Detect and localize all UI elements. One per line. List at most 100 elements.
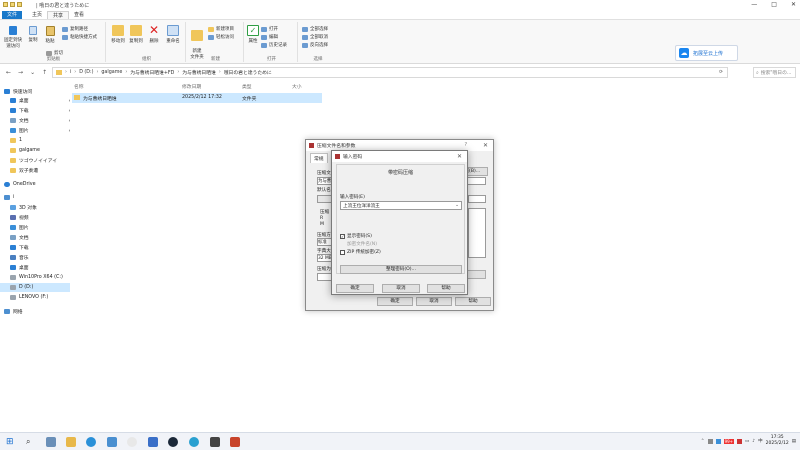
copy-to-button[interactable]: 复制到 [127, 25, 145, 44]
network-icon[interactable]: ▭ [745, 439, 749, 444]
nav-quick-access[interactable]: 快速访问 [4, 87, 70, 96]
new-folder-button[interactable]: 新建 文件夹 [189, 25, 205, 60]
options-list[interactable] [468, 208, 486, 258]
close-icon[interactable]: ✕ [483, 142, 488, 149]
nav-tsugou[interactable]: ツゴウノイイアイ [10, 156, 76, 165]
new-item-button[interactable]: 新建项目 [208, 26, 234, 32]
close-button[interactable]: ✕ [791, 1, 796, 8]
pin-quick-access-button[interactable]: 固定到快速访问 [3, 26, 23, 49]
task-view-icon[interactable] [46, 437, 56, 447]
ok-button[interactable]: 确定 [377, 297, 413, 306]
nav-documents[interactable]: 文档✱ [10, 116, 76, 125]
nav-documents-pc[interactable]: 文档 [10, 233, 76, 242]
password-field[interactable]: 上流王位洋洋流王 ⌄ [340, 201, 462, 210]
cancel-button[interactable]: 取消 [382, 284, 420, 293]
delete-button[interactable]: ✕ 删除 [147, 24, 161, 44]
search-input[interactable]: ⌕ 搜索"哦日の... [753, 67, 796, 78]
file-explorer-icon[interactable] [66, 437, 76, 447]
forward-arrow-icon[interactable]: → [18, 69, 23, 76]
windows-start-icon[interactable]: ⊞ [6, 437, 16, 447]
nav-3d-objects[interactable]: 3D 对象 [10, 203, 76, 212]
clock[interactable]: 17:35 2025/2/12 [766, 435, 789, 447]
nav-this-pc[interactable]: i [4, 193, 70, 202]
copy-button[interactable]: 复制 [26, 26, 40, 43]
copy-path-button[interactable]: 复制路径 [62, 26, 88, 32]
nav-folder-1[interactable]: 1 [10, 136, 76, 145]
tab-view[interactable]: 查看 [69, 11, 89, 19]
nav-drive-d[interactable]: D (D:) [0, 283, 78, 292]
breadcrumb-current[interactable]: 哦日の君と達うために [224, 69, 272, 76]
nav-pictures[interactable]: 图片✱ [10, 126, 76, 135]
address-bar[interactable]: › i › D (D:) › galgame › 为与曹绣日晒谁+FD › 为与… [52, 67, 728, 78]
easy-access-button[interactable]: 轻松访问 [208, 34, 234, 40]
breadcrumb-galgame[interactable]: galgame [101, 70, 122, 75]
chevron-down-icon[interactable]: ⌄ [455, 203, 459, 208]
show-password-checkbox[interactable]: ✓ 显示密码(S) [340, 233, 372, 239]
app-icon[interactable] [127, 437, 137, 447]
cloud-upload-button[interactable]: ☁ 拓展至云上传 [675, 45, 738, 61]
refresh-icon[interactable]: ⟳ [719, 70, 723, 75]
paste-shortcut-button[interactable]: 粘贴快捷方式 [62, 34, 97, 40]
column-header-name[interactable]: 名称 [74, 83, 84, 90]
up-arrow-icon[interactable]: ↑ [42, 69, 47, 76]
help-icon[interactable]: ? [464, 143, 467, 148]
app-icon[interactable] [148, 437, 158, 447]
properties-icon[interactable] [10, 2, 15, 7]
nav-music[interactable]: 音乐 [10, 253, 76, 262]
open-button[interactable]: 打开 [261, 26, 278, 32]
organize-passwords-button[interactable]: 整理密码(O)... [340, 265, 462, 274]
nav-futago[interactable]: 双子奏遭 [10, 166, 76, 175]
help-button[interactable]: 帮助 [455, 297, 491, 306]
nav-galgame[interactable]: galgame [10, 146, 76, 155]
rename-button[interactable]: 重命名 [164, 25, 182, 44]
tab-file[interactable]: 文件 [2, 11, 23, 19]
format-rar5-radio[interactable]: M [320, 222, 324, 227]
encrypt-filenames-checkbox[interactable]: 加密文件名(N) [340, 241, 377, 247]
nav-desktop-pc[interactable]: 桌面 [10, 263, 76, 272]
tray-app-icon[interactable] [737, 438, 743, 444]
nav-downloads[interactable]: 下载✱ [10, 106, 76, 115]
app-icon[interactable] [189, 437, 199, 447]
column-header-type[interactable]: 类型 [242, 83, 252, 90]
help-button[interactable]: 帮助 [427, 284, 465, 293]
breadcrumb-fd[interactable]: 为与曹绣日晒谁+FD [130, 69, 174, 76]
tray-app-icon[interactable] [715, 438, 721, 444]
nav-network[interactable]: 网络 [4, 307, 70, 316]
chevron-down-icon[interactable]: ⌄ [30, 69, 35, 76]
new-folder-icon[interactable] [17, 2, 22, 7]
select-all-button[interactable]: 全部选择 [302, 26, 328, 32]
back-arrow-icon[interactable]: ← [6, 69, 11, 76]
move-to-button[interactable]: 移动到 [109, 25, 127, 44]
format-rar-radio[interactable]: R [320, 216, 323, 221]
ok-button[interactable]: 确定 [336, 284, 374, 293]
minimize-button[interactable]: — [751, 1, 757, 8]
properties-button[interactable]: ✓ 属性 [247, 25, 259, 44]
table-row[interactable]: 为与曹绣日晒谁 2025/2/12 17:32 文件夹 [72, 93, 322, 103]
zip-legacy-checkbox[interactable]: ZIP 传统加密(Z) [340, 249, 381, 255]
tab-home[interactable]: 主页 [27, 11, 47, 19]
chevron-up-icon[interactable]: ⌃ [701, 439, 705, 444]
tab-share[interactable]: 共享 [47, 11, 70, 19]
notification-icon[interactable]: ▤ [792, 439, 796, 444]
column-header-size[interactable]: 大小 [292, 83, 302, 90]
steam-icon[interactable] [168, 437, 178, 447]
maximize-button[interactable]: □ [771, 1, 777, 8]
app-icon[interactable] [210, 437, 220, 447]
column-header-date[interactable]: 修改日期 [182, 83, 201, 90]
breadcrumb-root[interactable]: i [70, 70, 71, 75]
edit-button[interactable]: 编辑 [261, 34, 278, 40]
set-password-button[interactable] [466, 270, 486, 279]
nav-desktop[interactable]: 桌面✱ [10, 96, 76, 105]
nav-drive-c[interactable]: Win10Pro X64 (C:) [10, 273, 76, 282]
search-icon[interactable]: ⌕ [26, 437, 36, 447]
breadcrumb-game[interactable]: 为与曹绣日晒谁 [182, 69, 216, 76]
archive-name-dropdown[interactable] [466, 177, 486, 185]
nav-onedrive[interactable]: OneDrive [4, 180, 70, 189]
select-none-button[interactable]: 全部取消 [302, 34, 328, 40]
nav-videos[interactable]: 视频 [10, 213, 76, 222]
nav-drive-f[interactable]: LENOVO (F:) [10, 293, 76, 302]
nav-pictures-pc[interactable]: 图片 [10, 223, 76, 232]
input-language[interactable]: 中 [758, 438, 763, 444]
tab-general[interactable]: 常规 [310, 153, 328, 163]
volume-icon[interactable]: ♪ [752, 439, 755, 444]
